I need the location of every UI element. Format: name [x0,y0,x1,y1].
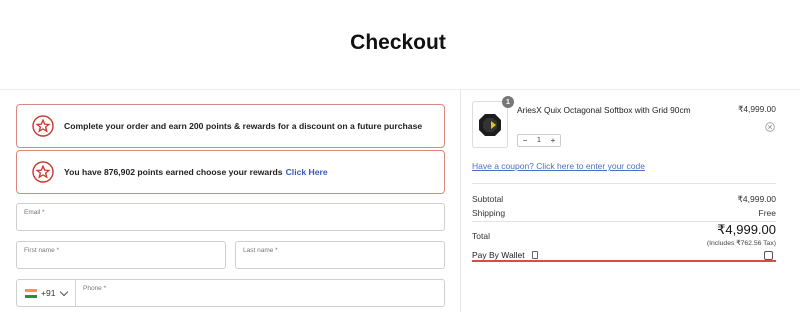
rewards-balance-text: You have 876,902 points earned choose yo… [64,167,283,177]
total-value: ₹4,999.00 [717,222,776,237]
chevron-down-icon [60,287,69,296]
quantity-value[interactable]: 1 [532,137,546,144]
decrease-quantity-button[interactable]: − [518,136,532,145]
shipping-label: Shipping [472,208,506,218]
country-code-select[interactable]: +91 [17,280,76,306]
rewards-earn-banner: Complete your order and earn 200 points … [16,104,445,148]
page-title: Checkout [350,31,446,54]
item-quantity-badge: 1 [502,96,514,108]
pay-by-wallet-label: Pay By Wallet [472,250,525,260]
pay-by-wallet-row: Pay By Wallet [472,250,538,260]
product-name: AriesX Quix Octagonal Softbox with Grid … [517,105,691,115]
pay-by-wallet-checkbox[interactable] [764,251,773,260]
product-thumbnail [472,101,508,148]
last-name-field[interactable]: Last name * [235,241,445,269]
subtotal-value: ₹4,999.00 [737,194,777,204]
header-divider [0,89,800,90]
subtotal-label: Subtotal [472,194,504,204]
wallet-highlight-bar [472,260,776,262]
email-field[interactable]: Email * [16,203,445,231]
first-name-label: First name * [24,247,60,254]
star-badge-icon [32,161,54,183]
phone-field[interactable]: +91 Phone * [16,279,445,307]
shipping-value: Free [758,208,776,218]
first-name-field[interactable]: First name * [16,241,226,269]
rewards-earn-text: Complete your order and earn 200 points … [64,121,423,131]
quantity-stepper: − 1 + [517,134,561,147]
softbox-product-image [479,113,501,136]
cart-divider [472,183,776,184]
product-price: ₹4,999.00 [738,104,776,114]
choose-rewards-link[interactable]: Click Here [286,167,328,177]
remove-item-icon[interactable] [765,122,775,132]
star-badge-icon [32,115,54,137]
coupon-link[interactable]: Have a coupon? Click here to enter your … [472,161,645,171]
wallet-icon [531,251,538,259]
rewards-balance-banner: You have 876,902 points earned choose yo… [16,150,445,194]
column-divider [460,90,461,312]
total-label: Total [472,231,490,241]
increase-quantity-button[interactable]: + [546,136,560,145]
country-dial-code: +91 [41,288,56,298]
email-label: Email * [24,209,45,216]
tax-note: (Includes ₹762.56 Tax) [706,240,776,247]
last-name-label: Last name * [243,247,278,254]
india-flag-icon [25,288,37,298]
phone-label: Phone * [83,285,107,292]
